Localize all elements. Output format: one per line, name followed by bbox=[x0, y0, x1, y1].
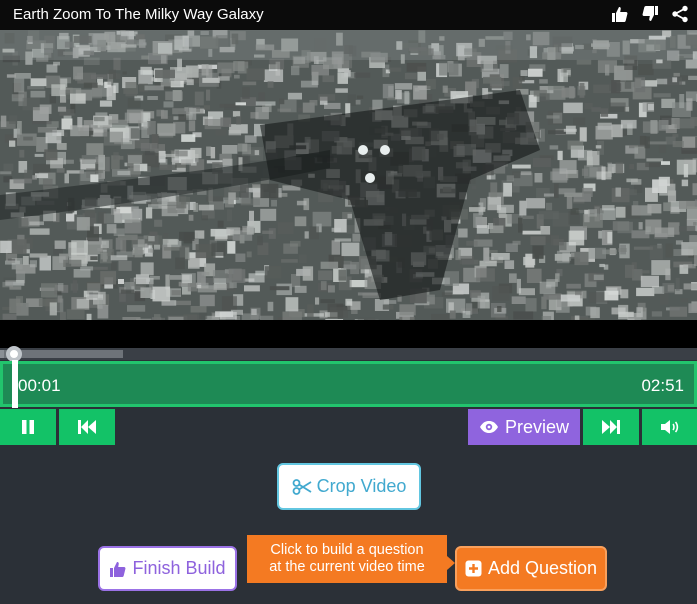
thumbs-up-icon bbox=[110, 561, 126, 577]
tooltip-line-2: at the current video time bbox=[269, 559, 425, 575]
pause-icon bbox=[22, 420, 34, 434]
thumbs-up-icon[interactable] bbox=[611, 5, 629, 23]
progress-played bbox=[0, 350, 5, 358]
clip-timeline[interactable]: 00:01 02:51 bbox=[0, 360, 697, 408]
crop-video-button[interactable]: Crop Video bbox=[277, 463, 421, 510]
finish-build-button[interactable]: Finish Build bbox=[98, 546, 237, 591]
preview-button[interactable]: Preview bbox=[468, 409, 580, 445]
aerial-city-image bbox=[0, 30, 697, 320]
video-title: Earth Zoom To The Milky Way Galaxy bbox=[13, 6, 264, 23]
share-icon[interactable] bbox=[671, 5, 689, 23]
video-frame[interactable] bbox=[0, 30, 697, 320]
thumbs-down-icon[interactable] bbox=[641, 5, 659, 23]
add-question-tooltip: Click to build a question at the current… bbox=[247, 535, 447, 583]
tooltip-line-1: Click to build a question bbox=[270, 542, 424, 558]
finish-build-label: Finish Build bbox=[132, 558, 226, 578]
step-backward-icon bbox=[78, 420, 96, 434]
progress-bar[interactable] bbox=[0, 346, 697, 362]
pause-button[interactable] bbox=[0, 409, 56, 445]
scissors-icon bbox=[292, 478, 312, 495]
title-actions bbox=[611, 5, 689, 23]
add-question-label: Add Question bbox=[487, 558, 598, 578]
player-controls: Preview bbox=[0, 409, 697, 445]
plus-square-icon bbox=[465, 560, 482, 577]
volume-icon bbox=[660, 420, 678, 434]
step-forward-button[interactable] bbox=[583, 409, 639, 445]
tooltip-arrow bbox=[447, 556, 455, 570]
video-letterbox bbox=[0, 320, 697, 348]
current-time: 00:01 bbox=[18, 376, 61, 395]
video-title-bar: Earth Zoom To The Milky Way Galaxy bbox=[0, 0, 697, 30]
eye-icon bbox=[479, 421, 498, 433]
volume-button[interactable] bbox=[642, 409, 697, 445]
add-question-button[interactable]: Add Question bbox=[455, 546, 607, 591]
total-time: 02:51 bbox=[641, 376, 684, 395]
preview-label: Preview bbox=[504, 416, 570, 437]
step-backward-button[interactable] bbox=[59, 409, 115, 445]
crop-video-label: Crop Video bbox=[316, 476, 407, 496]
step-forward-icon bbox=[602, 420, 620, 434]
